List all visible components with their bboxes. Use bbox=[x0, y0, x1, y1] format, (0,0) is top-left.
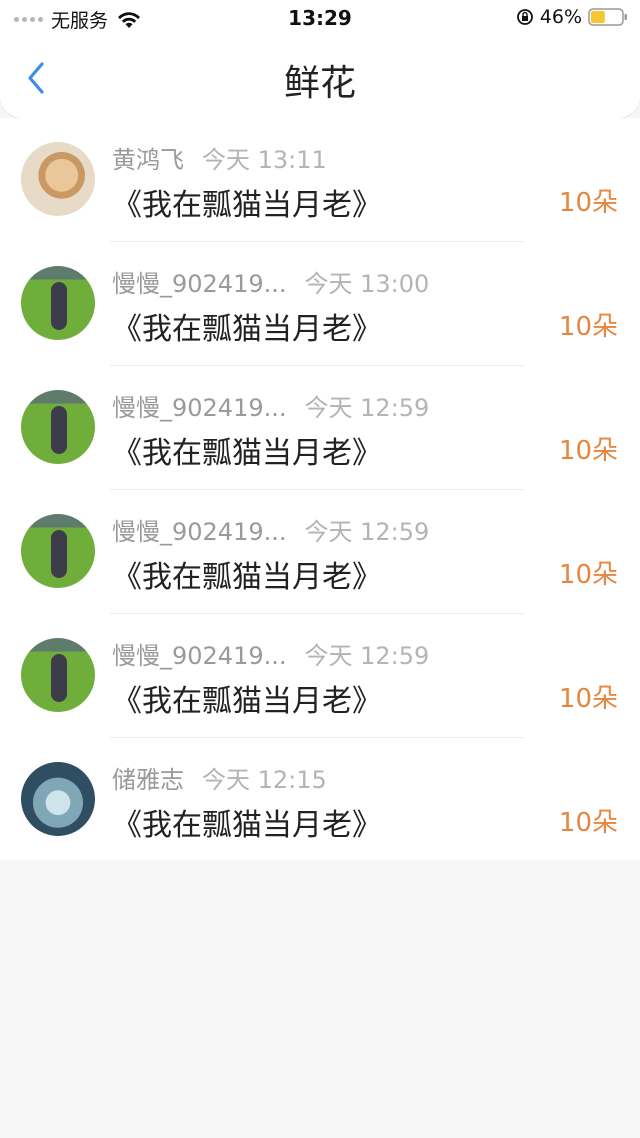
nav-bar: 鲜花 bbox=[0, 36, 640, 118]
user-name: 黄鸿飞 bbox=[112, 146, 184, 174]
record-meta: 储雅志 今天 12:15 bbox=[112, 760, 327, 795]
avatar[interactable] bbox=[21, 390, 95, 464]
list-item[interactable]: 慢慢_902419... 今天 12:59 《我在瓢猫当月老》 10朵 bbox=[0, 366, 640, 490]
flower-amount: 10朵 bbox=[558, 808, 618, 838]
record-time: 今天 13:11 bbox=[202, 146, 327, 174]
record-meta: 慢慢_902419... 今天 13:00 bbox=[112, 264, 429, 299]
record-meta: 慢慢_902419... 今天 12:59 bbox=[112, 636, 429, 671]
work-title: 《我在瓢猫当月老》 bbox=[112, 560, 382, 595]
user-name: 慢慢_902419... bbox=[112, 642, 287, 670]
work-title: 《我在瓢猫当月老》 bbox=[112, 436, 382, 471]
record-meta: 慢慢_902419... 今天 12:59 bbox=[112, 512, 429, 547]
avatar[interactable] bbox=[21, 266, 95, 340]
rotation-lock-icon bbox=[516, 9, 533, 25]
user-name: 储雅志 bbox=[112, 766, 184, 794]
status-bar: 无服务 13:29 46% bbox=[0, 0, 640, 36]
screen: 无服务 13:29 46% 鲜花 黄鸿飞 今天 13:11 《我在瓢猫当月老》 … bbox=[0, 0, 640, 1138]
status-right: 46% bbox=[516, 6, 628, 28]
avatar[interactable] bbox=[21, 514, 95, 588]
record-time: 今天 12:59 bbox=[304, 642, 430, 670]
list-item[interactable]: 黄鸿飞 今天 13:11 《我在瓢猫当月老》 10朵 bbox=[0, 118, 640, 242]
list-item[interactable]: 慢慢_902419... 今天 12:59 《我在瓢猫当月老》 10朵 bbox=[0, 490, 640, 614]
flower-record-list: 黄鸿飞 今天 13:11 《我在瓢猫当月老》 10朵 慢慢_902419... 今天… bbox=[0, 118, 640, 860]
record-meta: 慢慢_902419... 今天 12:59 bbox=[112, 388, 429, 423]
flower-amount: 10朵 bbox=[558, 312, 618, 342]
avatar[interactable] bbox=[21, 142, 95, 216]
flower-amount: 10朵 bbox=[558, 560, 618, 590]
list-item[interactable]: 慢慢_902419... 今天 12:59 《我在瓢猫当月老》 10朵 bbox=[0, 614, 640, 738]
list-item[interactable]: 慢慢_902419... 今天 13:00 《我在瓢猫当月老》 10朵 bbox=[0, 242, 640, 366]
flower-amount: 10朵 bbox=[558, 188, 618, 218]
work-title: 《我在瓢猫当月老》 bbox=[112, 684, 382, 719]
avatar[interactable] bbox=[21, 638, 95, 712]
flower-amount: 10朵 bbox=[558, 436, 618, 466]
list-item[interactable]: 储雅志 今天 12:15 《我在瓢猫当月老》 10朵 bbox=[0, 738, 640, 862]
record-meta: 黄鸿飞 今天 13:11 bbox=[112, 140, 327, 175]
work-title: 《我在瓢猫当月老》 bbox=[112, 188, 382, 223]
avatar[interactable] bbox=[21, 762, 95, 836]
user-name: 慢慢_902419... bbox=[112, 518, 287, 546]
battery-percent: 46% bbox=[539, 6, 582, 28]
user-name: 慢慢_902419... bbox=[112, 270, 287, 298]
work-title: 《我在瓢猫当月老》 bbox=[112, 312, 382, 347]
user-name: 慢慢_902419... bbox=[112, 394, 287, 422]
record-time: 今天 13:00 bbox=[304, 270, 430, 298]
record-time: 今天 12:59 bbox=[304, 518, 430, 546]
record-time: 今天 12:59 bbox=[304, 394, 430, 422]
page-title: 鲜花 bbox=[283, 63, 356, 104]
flower-amount: 10朵 bbox=[558, 684, 618, 714]
battery-icon bbox=[588, 8, 627, 26]
record-time: 今天 12:15 bbox=[202, 766, 327, 794]
work-title: 《我在瓢猫当月老》 bbox=[112, 808, 382, 843]
